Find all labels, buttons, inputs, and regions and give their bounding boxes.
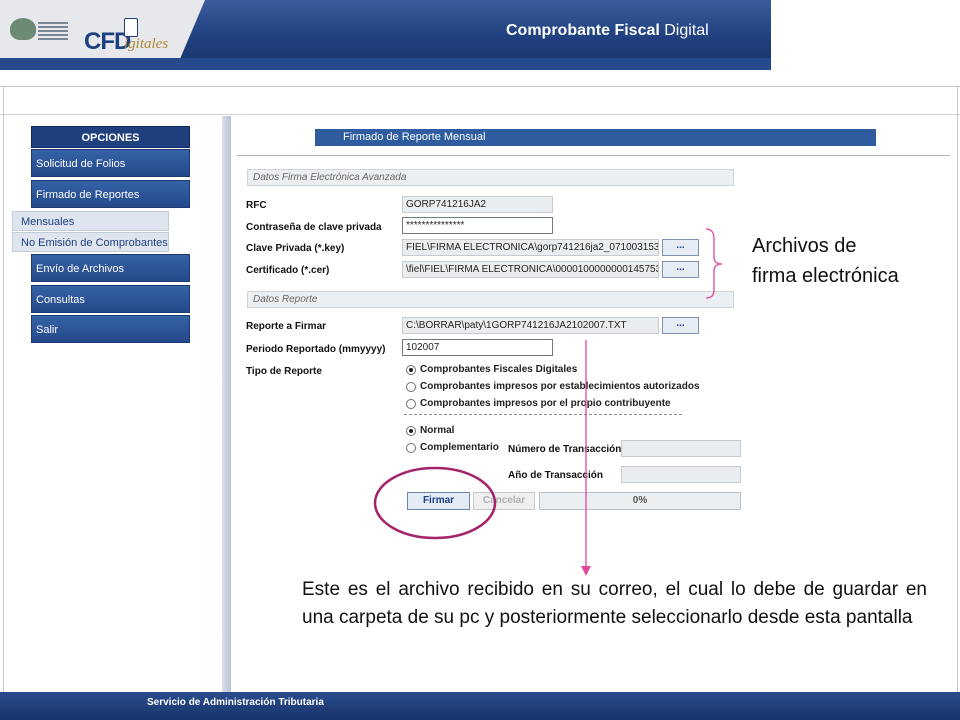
browse-key-button[interactable]: ... [662,239,699,256]
transaction-year-label: Año de Transacción [508,470,604,481]
radio-complementario[interactable]: Complementario [406,442,499,453]
divider [957,86,958,692]
section-header-reporte: Datos Reporte [247,291,734,308]
firma-annotation-line2: firma electrónica [752,265,899,287]
document-icon [124,18,138,37]
password-label: Contraseña de clave privada [246,222,382,233]
radio-label: Complementario [420,442,499,453]
radio-normal[interactable]: Normal [406,425,454,436]
sidebar-heading: OPCIONES [31,126,190,148]
key-path-field: FIEL\FIRMA ELECTRONICA\gorp741216ja2_071… [402,239,659,256]
archivo-annotation: Este es el archivo recibido en su correo… [302,579,927,628]
report-path-field: C:\BORRAR\paty\1GORP741216JA2102007.TXT [402,317,659,334]
sidebar-item-firmado-reportes[interactable]: Firmado de Reportes [31,180,190,208]
cancelar-button[interactable]: Cancelar [473,492,535,510]
progress-bar: 0% [539,492,741,510]
divider [0,86,960,87]
sidebar-subitem-mensuales[interactable]: Mensuales [12,211,169,231]
radio-label: Normal [420,425,455,436]
government-seal-icon [10,18,68,50]
app-header: CFD igitales Comprobante Fiscal Digital [0,0,771,70]
rfc-field: GORP741216JA2 [402,196,553,213]
transaction-number-field [621,440,741,457]
radio-label: Comprobantes Fiscales Digitales [420,364,578,375]
radio-checked-icon[interactable] [406,425,416,436]
logo-panel: CFD igitales [0,0,205,58]
cert-label: Certificado (*.cer) [246,265,330,276]
firma-annotation-line1: Archivos de [752,235,857,257]
browse-report-button[interactable]: ... [662,317,699,334]
arrow-head [581,566,591,576]
firmar-button[interactable]: Firmar [407,492,470,510]
browse-cert-button[interactable]: ... [662,261,699,278]
radio-unchecked-icon[interactable] [406,398,416,409]
footer-text: Servicio de Administración Tributaria [147,697,324,708]
cfd-logo-suffix: igitales [124,36,169,52]
radio-comprobantes-digitales[interactable]: Comprobantes Fiscales Digitales [406,364,577,375]
cert-path-field: \fiel\FIEL\FIRMA ELECTRONICA\00001000000… [402,261,659,278]
radio-label: Comprobantes impresos por establecimient… [420,381,700,392]
period-label: Periodo Reportado (mmyyyy) [246,344,386,355]
sidebar-item-solicitud-folios[interactable]: Solicitud de Folios [31,149,190,177]
rfc-label: RFC [246,200,267,211]
sidebar-item-consultas[interactable]: Consultas [31,285,190,313]
password-field[interactable]: *************** [402,217,553,234]
radio-unchecked-icon[interactable] [406,442,416,453]
divider [237,155,950,156]
report-label: Reporte a Firmar [246,321,327,332]
radio-unchecked-icon[interactable] [406,381,416,392]
app-title: Comprobante Fiscal Digital [506,22,709,40]
firma-annotation: Archivos de firma electrónica [752,231,899,291]
app-title-main: Comprobante Fiscal [506,22,665,39]
sidebar-item-salir[interactable]: Salir [31,315,190,343]
dotted-separator [404,414,682,415]
period-field[interactable]: 102007 [402,339,553,356]
sidebar-subitem-no-emision[interactable]: No Emisión de Comprobantes [12,232,169,252]
sidebar-edge [222,116,231,692]
panel-title: Firmado de Reporte Mensual [315,129,876,146]
divider [0,114,960,115]
app-footer [0,692,960,720]
transaction-number-label: Número de Transacción [508,444,622,455]
app-title-accent: Digital [664,22,709,39]
radio-label: Comprobantes impresos por el propio cont… [420,398,671,409]
bracket-annotation [705,228,723,299]
radio-impresos-establecimientos[interactable]: Comprobantes impresos por establecimient… [406,381,700,392]
section-header-firma: Datos Firma Electrónica Avanzada [247,169,734,186]
sidebar-item-envio-archivos[interactable]: Envío de Archivos [31,254,190,282]
report-type-label: Tipo de Reporte [246,366,322,377]
key-label: Clave Privada (*.key) [246,243,345,254]
radio-impresos-contribuyente[interactable]: Comprobantes impresos por el propio cont… [406,398,671,409]
radio-checked-icon[interactable] [406,364,416,375]
transaction-year-field [621,466,741,483]
header-stripe [0,58,771,70]
